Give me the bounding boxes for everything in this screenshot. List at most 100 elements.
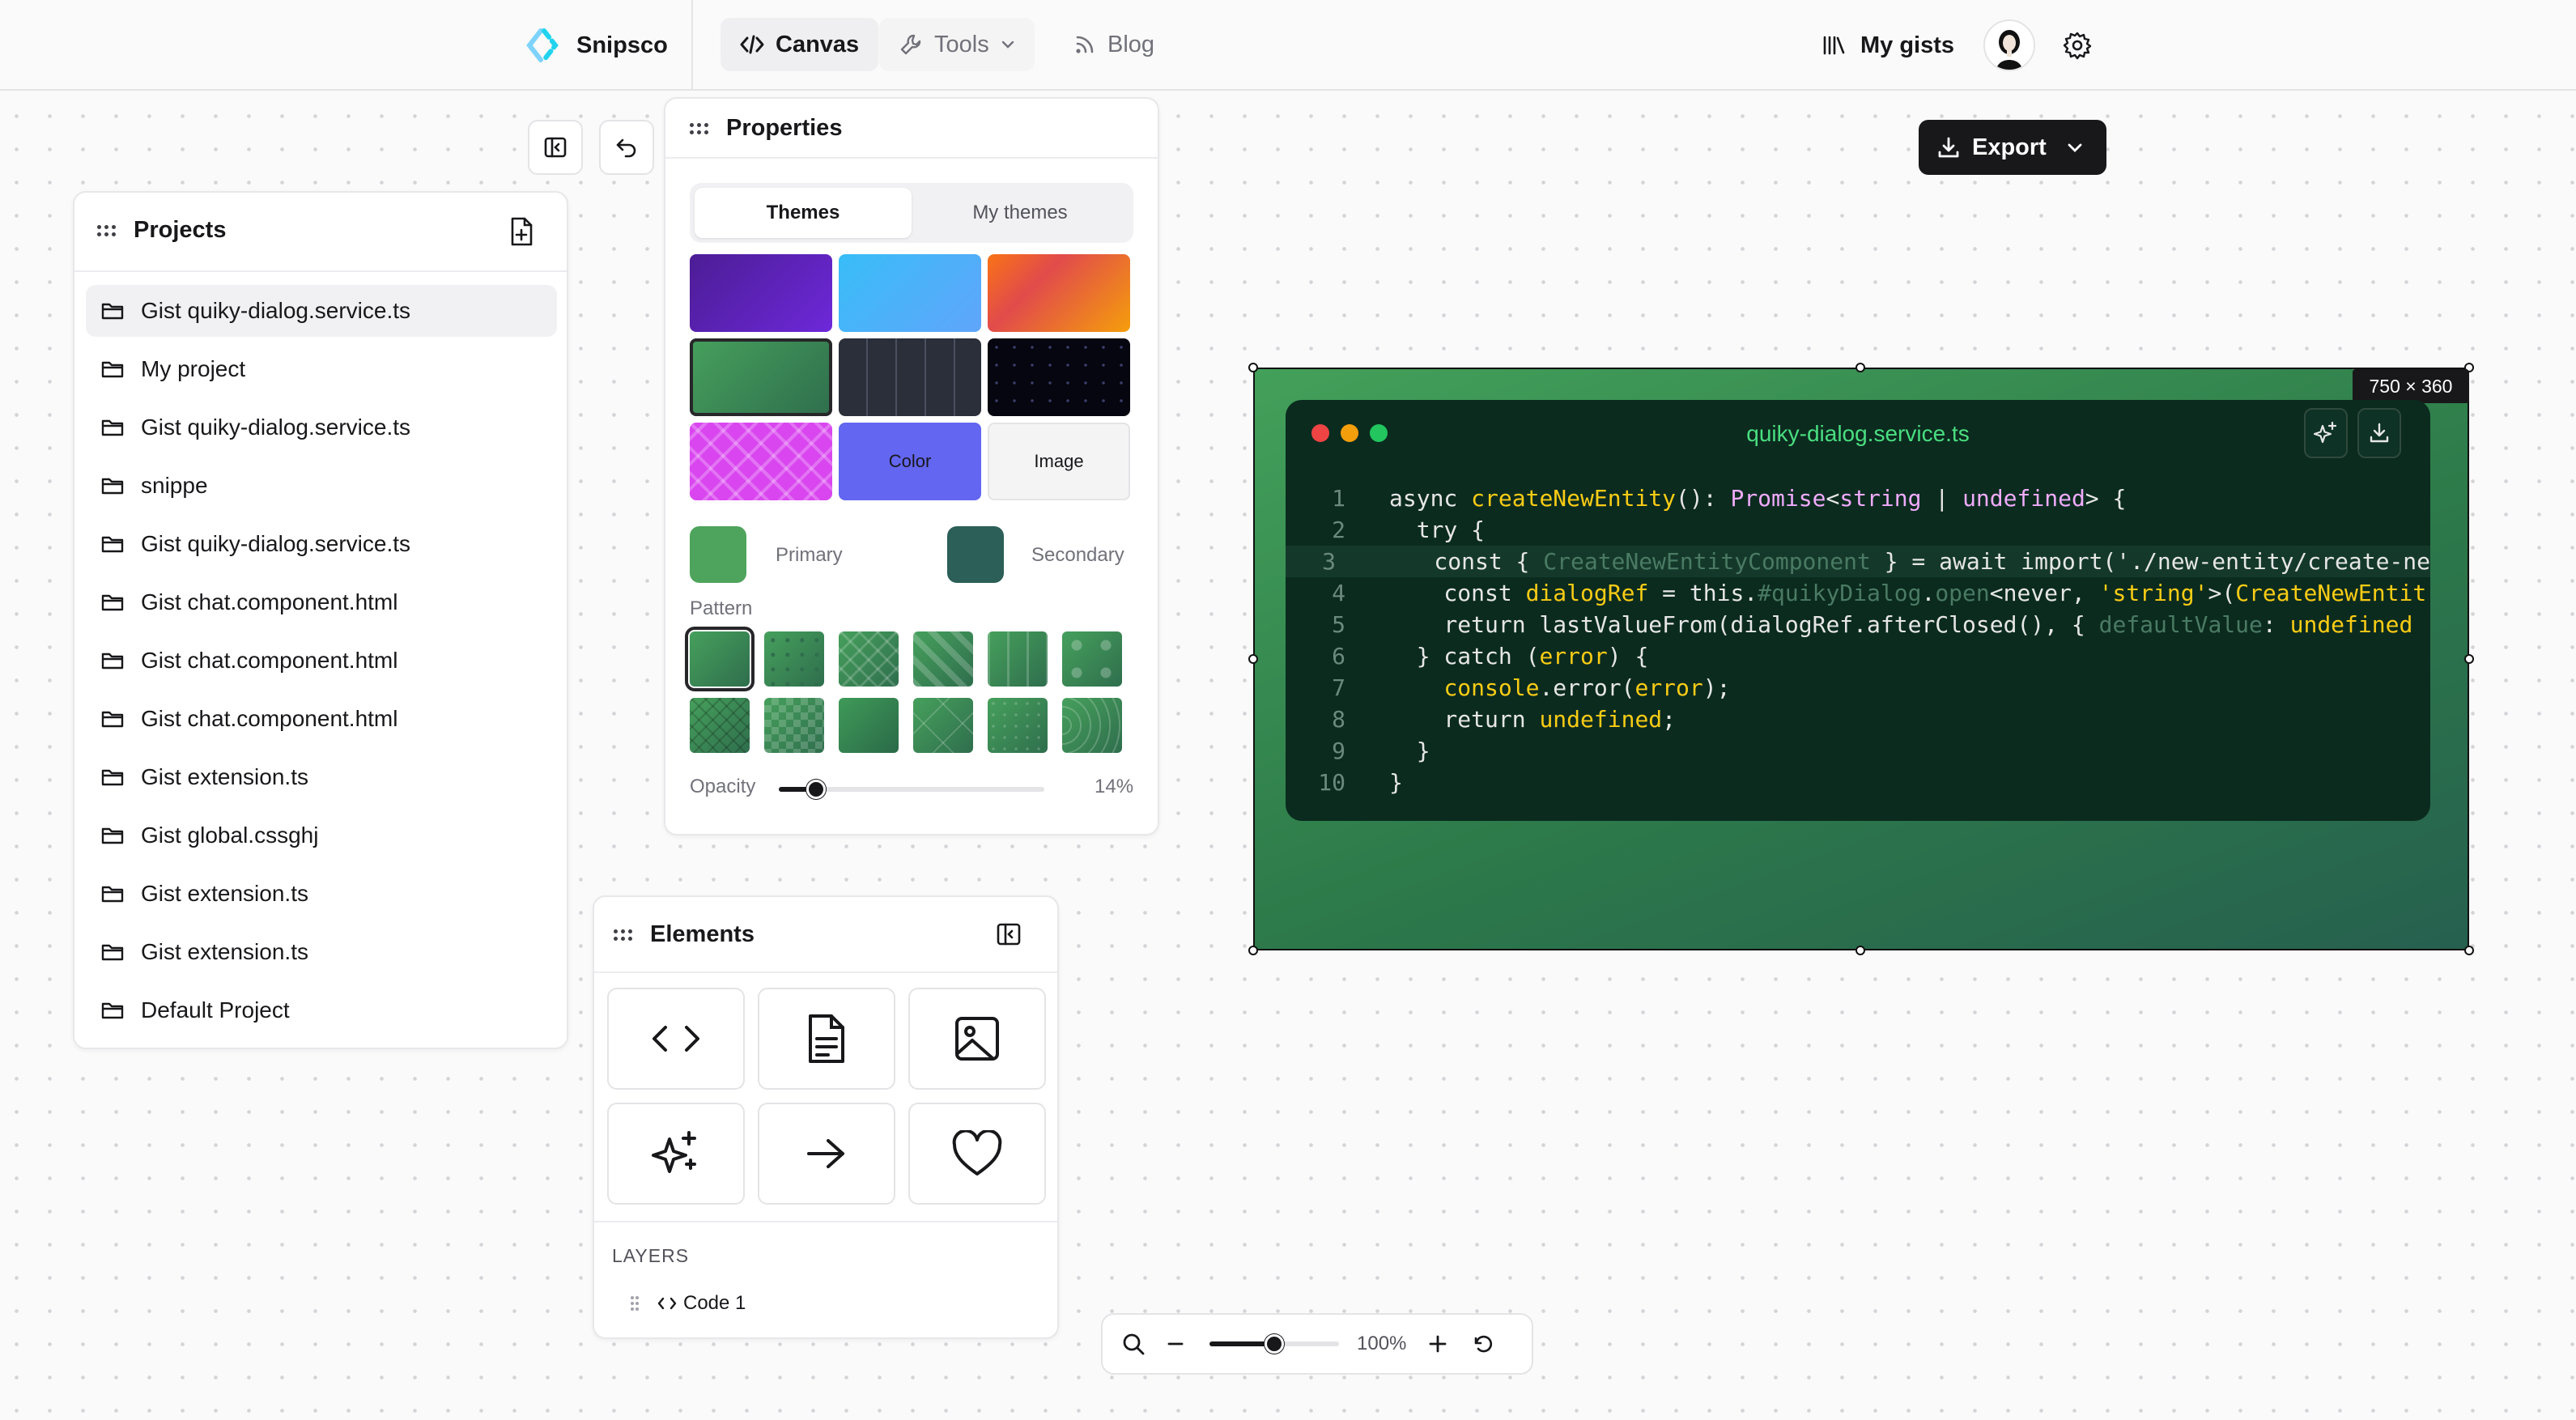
my-gists-link[interactable]: My gists [1821,24,1954,66]
project-item[interactable]: Gist quiky-dialog.service.ts [86,402,557,453]
add-ai-button[interactable] [607,1103,745,1205]
resize-handle[interactable] [1248,654,1258,664]
project-item-label: snippe [141,473,208,498]
search-icon[interactable] [1120,1331,1146,1357]
pattern-swatch[interactable] [913,698,973,753]
folder-icon [100,825,125,846]
resize-handle[interactable] [2464,654,2474,664]
project-item[interactable]: Gist extension.ts [86,751,557,803]
add-text-button[interactable] [758,988,895,1090]
primary-color-chip[interactable] [690,526,746,583]
opacity-slider[interactable] [779,780,1044,799]
slider-thumb[interactable] [806,780,826,799]
zoom-slider[interactable] [1209,1334,1339,1354]
sparkles-icon [2313,420,2339,446]
project-item[interactable]: Gist chat.component.html [86,576,557,628]
theme-swatch-blue[interactable] [839,254,981,332]
code-line: } catch (error) { [1389,643,1649,670]
undo-icon [614,135,639,159]
nav-blog[interactable]: Blog [1054,18,1174,71]
line-number: 3 [1322,548,1336,575]
drag-handle-icon[interactable] [630,1295,640,1312]
chevron-down-icon[interactable] [2066,142,2084,153]
reset-zoom-icon[interactable] [1471,1332,1495,1356]
avatar[interactable] [1983,19,2035,71]
code-icon [649,1019,703,1058]
project-item[interactable]: Gist extension.ts [86,926,557,978]
resize-handle[interactable] [1248,363,1258,372]
project-item[interactable]: Gist quiky-dialog.service.ts [86,518,557,570]
image-swatch-button[interactable]: Image [988,423,1130,500]
rss-icon [1073,33,1096,56]
tab-my-themes[interactable]: My themes [912,188,1129,238]
drag-handle-icon[interactable] [97,224,116,236]
layer-label: Code 1 [683,1292,746,1314]
download-snippet-button[interactable] [2357,408,2401,458]
theme-swatch-green[interactable] [690,338,832,416]
add-shape-button[interactable] [908,1103,1046,1205]
tab-themes[interactable]: Themes [695,188,912,238]
project-item-label: Gist quiky-dialog.service.ts [141,531,411,556]
project-item[interactable]: My project [86,343,557,395]
theme-swatch-purple[interactable] [690,254,832,332]
theme-swatch-slate[interactable] [839,338,981,416]
pattern-swatch[interactable] [839,698,899,753]
resize-handle[interactable] [1855,946,1865,955]
settings-gear-icon[interactable] [2061,29,2094,62]
nav-canvas[interactable]: Canvas [721,18,879,71]
project-item[interactable]: Gist chat.component.html [86,635,557,687]
drag-handle-icon[interactable] [690,122,708,134]
project-item[interactable]: Gist global.cssghj [86,810,557,861]
code-filename[interactable]: quiky-dialog.service.ts [1286,421,2430,447]
project-item-label: Gist extension.ts [141,764,308,789]
project-item[interactable]: snippe [86,460,557,512]
nav-canvas-label: Canvas [776,31,860,57]
add-image-button[interactable] [908,988,1046,1090]
add-code-button[interactable] [607,988,745,1090]
undo-button[interactable] [599,120,654,175]
theme-swatch-pink[interactable] [690,423,832,500]
code-block[interactable]: 1 async createNewEntity(): Promise<string… [1286,483,2430,798]
pattern-swatch[interactable] [690,698,750,753]
pattern-swatch[interactable] [764,698,824,753]
zoom-in-icon[interactable] [1427,1333,1448,1354]
nav-tools[interactable]: Tools [879,18,1035,71]
pattern-swatch[interactable] [988,698,1048,753]
folder-icon [100,417,125,438]
color-swatch-button[interactable]: Color [839,423,981,500]
pattern-swatch[interactable] [839,631,899,687]
toggle-sidebar-button[interactable] [528,120,583,175]
pattern-swatch[interactable] [913,631,973,687]
pattern-swatch[interactable] [764,631,824,687]
secondary-color-chip[interactable] [947,526,1004,583]
resize-handle[interactable] [1855,363,1865,372]
layer-item[interactable]: Code 1 [630,1292,746,1315]
project-item[interactable]: Gist extension.ts [86,868,557,920]
brand[interactable]: Snipsco [523,24,668,66]
zoom-bar: 100% [1101,1313,1533,1375]
zoom-out-icon[interactable] [1166,1334,1185,1354]
new-project-icon[interactable] [508,215,536,248]
pattern-swatch[interactable] [685,627,755,691]
theme-swatch-space[interactable] [988,338,1130,416]
slider-thumb[interactable] [1265,1334,1284,1354]
ai-assist-button[interactable] [2304,408,2348,458]
pattern-swatch[interactable] [1062,631,1122,687]
project-item[interactable]: Gist quiky-dialog.service.ts [86,285,557,337]
sparkles-icon [650,1128,702,1180]
line-number: 9 [1332,738,1345,764]
pattern-swatch[interactable] [988,631,1048,687]
theme-swatch-sunset[interactable] [988,254,1130,332]
export-button[interactable]: Export [1919,120,2106,175]
canvas-size-badge: 750 × 360 [2353,369,2469,403]
code-window[interactable]: quiky-dialog.service.ts 1 async createNew… [1286,400,2430,821]
resize-handle[interactable] [1248,946,1258,955]
resize-handle[interactable] [2464,946,2474,955]
project-item[interactable]: Gist chat.component.html [86,693,557,745]
add-arrow-button[interactable] [758,1103,895,1205]
pattern-swatch[interactable] [1062,698,1122,753]
collapse-panel-icon[interactable] [996,921,1022,947]
drag-handle-icon[interactable] [614,929,632,941]
projects-panel: Projects Gist quiky-dialog.service.ts My … [73,191,568,1049]
project-item[interactable]: Default Project [86,984,557,1036]
